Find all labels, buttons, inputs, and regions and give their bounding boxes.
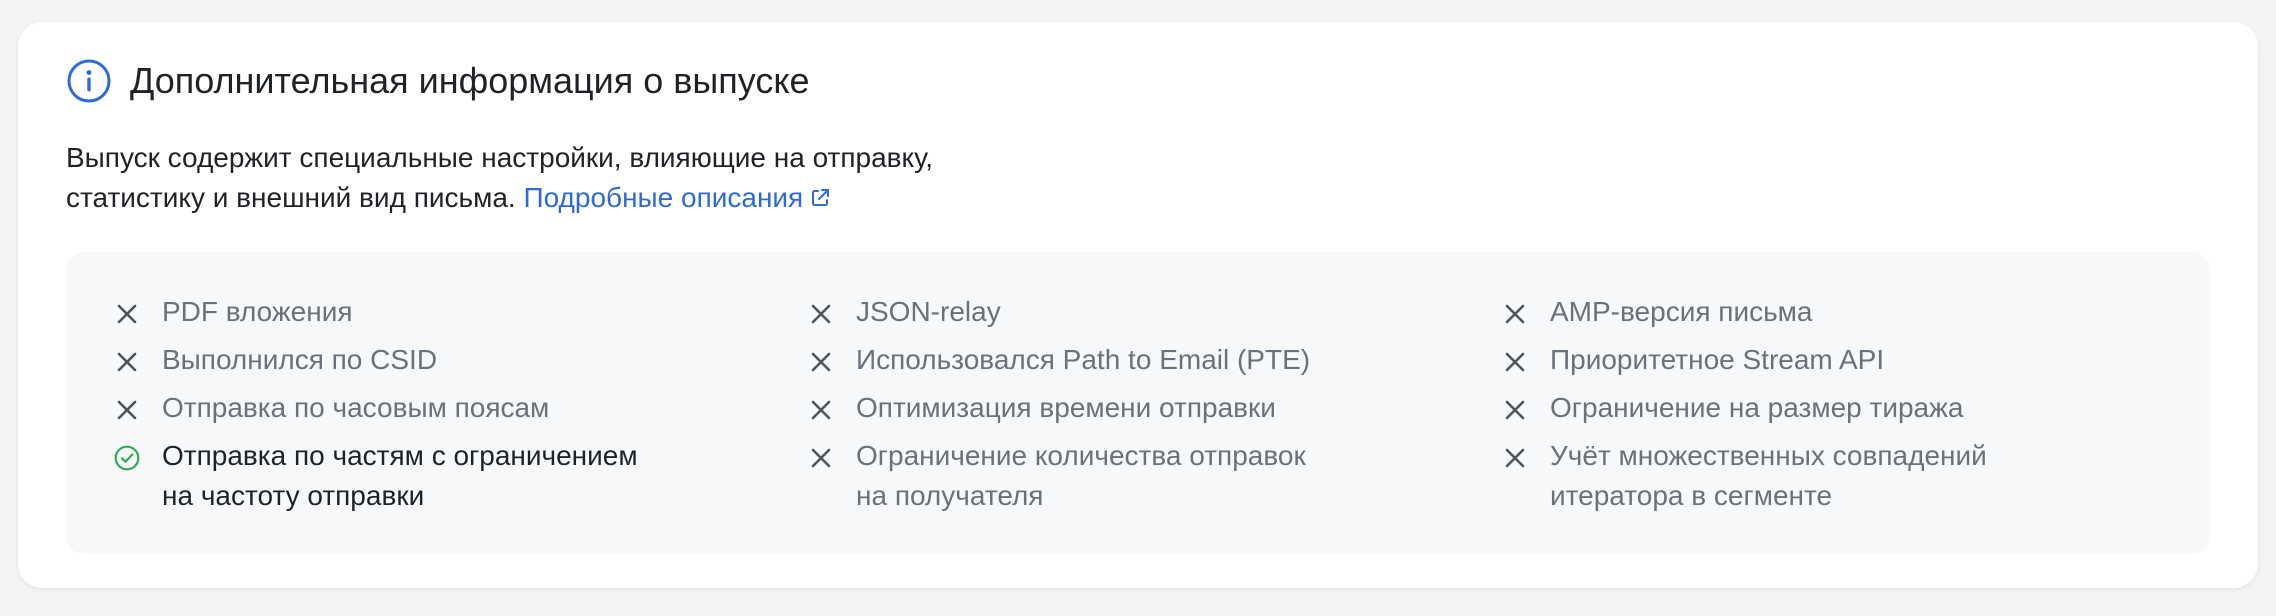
feature-item: PDF вложения xyxy=(114,292,734,332)
feature-label: Оптимизация времени отправки xyxy=(856,392,1276,423)
cross-icon xyxy=(117,400,137,420)
feature-label: Отправка по часовым поясам xyxy=(162,392,550,423)
cross-icon xyxy=(811,400,831,420)
feature-label: Использовался Path to Email (PTE) xyxy=(856,344,1311,375)
feature-column: AMP-версия письма Приоритетное Stream API… xyxy=(1502,292,2122,524)
feature-item: Ограничение на размер тиража xyxy=(1502,388,2122,428)
cross-icon xyxy=(1505,448,1525,468)
feature-item: Оптимизация времени отправки xyxy=(808,388,1428,428)
details-link[interactable]: Подробные описания xyxy=(523,182,831,213)
cross-icon xyxy=(811,352,831,372)
feature-item: Учёт множественных совпадений итератора … xyxy=(1502,436,2122,516)
feature-column: PDF вложения Выполнился по CSID Отправка п… xyxy=(114,292,734,524)
cross-icon xyxy=(117,304,137,324)
feature-item: AMP-версия письма xyxy=(1502,292,2122,332)
info-icon xyxy=(67,59,111,103)
features-panel: PDF вложения Выполнился по CSID Отправка п… xyxy=(66,252,2210,554)
description-line-1: Выпуск содержит специальные настройки, в… xyxy=(66,142,934,173)
check-circle-icon xyxy=(114,445,140,471)
page-title: Дополнительная информация о выпуске xyxy=(130,60,810,101)
feature-item: Выполнился по CSID xyxy=(114,340,734,380)
feature-label: Ограничение на размер тиража xyxy=(1550,392,1964,423)
description: Выпуск содержит специальные настройки, в… xyxy=(66,138,1166,218)
release-info-card: Дополнительная информация о выпуске Выпу… xyxy=(18,22,2258,588)
feature-column: JSON-relay Использовался Path to Email (P… xyxy=(808,292,1428,524)
cross-icon xyxy=(117,352,137,372)
cross-icon xyxy=(1505,352,1525,372)
details-link-label: Подробные описания xyxy=(523,182,804,213)
feature-label: Учёт множественных совпадений итератора … xyxy=(1550,440,1987,511)
description-line-2: статистику и внешний вид письма. xyxy=(66,182,516,213)
feature-item: Ограничение количества отправок на получ… xyxy=(808,436,1428,516)
feature-item: Отправка по частям с ограничением на час… xyxy=(114,436,734,516)
feature-label: Приоритетное Stream API xyxy=(1550,344,1885,375)
cross-icon xyxy=(811,304,831,324)
feature-label: PDF вложения xyxy=(162,296,353,327)
feature-item: Использовался Path to Email (PTE) xyxy=(808,340,1428,380)
cross-icon xyxy=(1505,304,1525,324)
feature-item: JSON-relay xyxy=(808,292,1428,332)
external-link-icon xyxy=(812,189,830,206)
feature-label: Ограничение количества отправок на получ… xyxy=(856,440,1306,511)
feature-item: Приоритетное Stream API xyxy=(1502,340,2122,380)
card-header: Дополнительная информация о выпуске xyxy=(66,58,810,104)
cross-icon xyxy=(811,448,831,468)
feature-item: Отправка по часовым поясам xyxy=(114,388,734,428)
feature-label: AMP-версия письма xyxy=(1550,296,1813,327)
feature-label: JSON-relay xyxy=(856,296,1001,327)
description-line-2-wrap: статистику и внешний вид письма. Подробн… xyxy=(66,178,1166,218)
cross-icon xyxy=(1505,400,1525,420)
feature-label: Выполнился по CSID xyxy=(162,344,438,375)
feature-label: Отправка по частям с ограничением на час… xyxy=(162,440,638,511)
